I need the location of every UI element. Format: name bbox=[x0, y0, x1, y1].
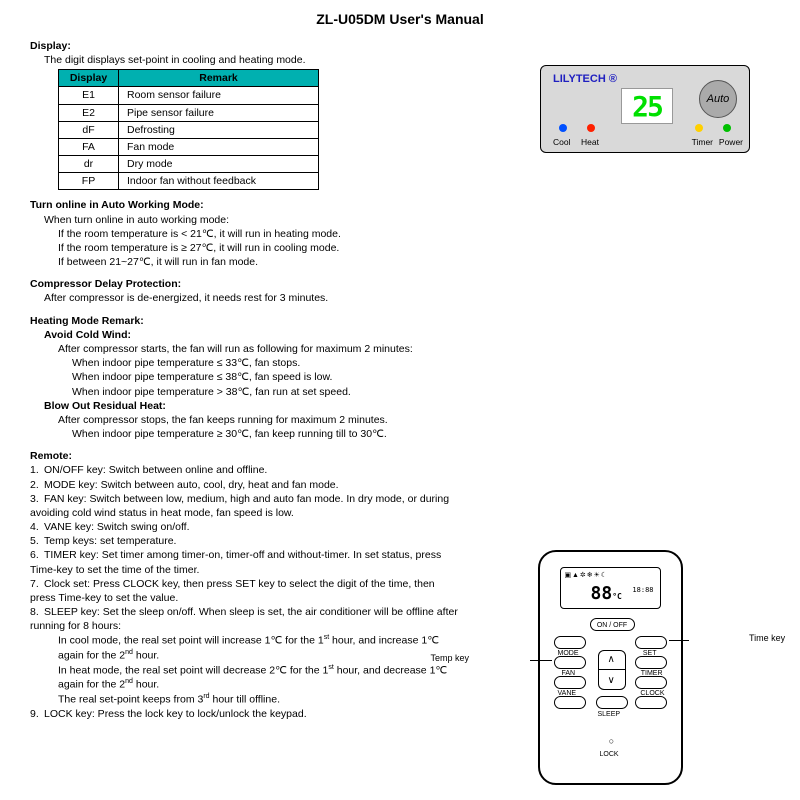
led-heat-icon bbox=[587, 124, 595, 132]
list-item: In cool mode, the real set point will in… bbox=[58, 633, 460, 662]
body-text: After compressor is de-energized, it nee… bbox=[44, 291, 770, 305]
led-timer-icon bbox=[695, 124, 703, 132]
table-row: FPIndoor fan without feedback bbox=[59, 173, 319, 190]
table-row: E1Room sensor failure bbox=[59, 87, 319, 104]
label-timer: Timer bbox=[692, 137, 713, 148]
callout-line bbox=[530, 660, 552, 661]
lock-icon: ○ bbox=[606, 735, 618, 747]
sleep-button bbox=[596, 696, 628, 709]
remote-body: ▣ ▲ ✲ ❄ ☀ ☾ 88°C 18:88 ON / OFF MODE SET… bbox=[538, 550, 683, 785]
time-right-button bbox=[635, 636, 667, 649]
body-text: When turn online in auto working mode: bbox=[44, 213, 770, 227]
table-row: dFDefrosting bbox=[59, 121, 319, 138]
body-text: If between 21~27℃, it will run in fan mo… bbox=[58, 255, 770, 269]
label-heat: Heat bbox=[581, 137, 599, 148]
list-item: 5.Temp keys: set temperature. bbox=[30, 534, 460, 548]
body-text: If the room temperature is ≥ 27℃, it wil… bbox=[58, 241, 770, 255]
th-remark: Remark bbox=[119, 70, 319, 87]
mode-button bbox=[554, 656, 586, 669]
lcd-time: 18:88 bbox=[632, 586, 653, 595]
callout-temp-key: Temp key bbox=[419, 652, 469, 664]
list-item: 7.Clock set: Press CLOCK key, then press… bbox=[30, 577, 460, 605]
blow-out-heading: Blow Out Residual Heat: bbox=[44, 399, 770, 413]
th-display: Display bbox=[59, 70, 119, 87]
list-item: 6.TIMER key: Set timer among timer-on, t… bbox=[30, 548, 460, 576]
avoid-cold-heading: Avoid Cold Wind: bbox=[44, 328, 770, 342]
brand-label: LILYTECH ® bbox=[553, 72, 617, 87]
updown-button bbox=[598, 650, 626, 690]
list-item: In heat mode, the real set point will de… bbox=[58, 663, 460, 692]
led-cool-icon bbox=[559, 124, 567, 132]
remote-heading: Remote: bbox=[30, 449, 770, 463]
table-row: E2Pipe sensor failure bbox=[59, 104, 319, 121]
body-text: After compressor stops, the fan keeps ru… bbox=[58, 413, 770, 427]
auto-button: Auto bbox=[699, 80, 737, 118]
list-item: 1.ON/OFF key: Switch between online and … bbox=[30, 463, 460, 477]
auto-heading: Turn online in Auto Working Mode: bbox=[30, 198, 770, 212]
compressor-heading: Compressor Delay Protection: bbox=[30, 277, 770, 291]
body-text: When indoor pipe temperature ≤ 33℃, fan … bbox=[72, 356, 770, 370]
temp-left-button bbox=[554, 636, 586, 649]
label-cool: Cool bbox=[553, 137, 570, 148]
lcd-temp: 88°C bbox=[591, 582, 622, 606]
vane-button bbox=[554, 696, 586, 709]
callout-line bbox=[669, 640, 689, 641]
body-text: When indoor pipe temperature ≤ 38℃, fan … bbox=[72, 370, 770, 384]
remote-lcd: ▣ ▲ ✲ ❄ ☀ ☾ 88°C 18:88 bbox=[560, 567, 661, 609]
onoff-button: ON / OFF bbox=[590, 618, 635, 631]
body-text: If the room temperature is < 21℃, it wil… bbox=[58, 227, 770, 241]
fan-button bbox=[554, 676, 586, 689]
label-power: Power bbox=[719, 137, 743, 148]
lock-label: LOCK bbox=[600, 750, 619, 759]
remote-diagram: Temp key Time key ▣ ▲ ✲ ❄ ☀ ☾ 88°C 18:88… bbox=[475, 550, 745, 785]
remote-list: 1.ON/OFF key: Switch between online and … bbox=[30, 463, 460, 721]
list-item: 3.FAN key: Switch between low, medium, h… bbox=[30, 492, 460, 520]
page-title: ZL-U05DM User's Manual bbox=[30, 10, 770, 29]
list-item: 2.MODE key: Switch between auto, cool, d… bbox=[30, 478, 460, 492]
body-text: When indoor pipe temperature > 38℃, fan … bbox=[72, 385, 770, 399]
lcd-icons: ▣ ▲ ✲ ❄ ☀ ☾ bbox=[565, 571, 656, 580]
callout-time-key: Time key bbox=[749, 632, 799, 644]
display-panel: LILYTECH ® Auto 25 Cool Heat Timer Power bbox=[540, 65, 750, 153]
list-item: 8.SLEEP key: Set the sleep on/off. When … bbox=[30, 605, 460, 633]
heating-heading: Heating Mode Remark: bbox=[30, 314, 770, 328]
timer-button bbox=[635, 676, 667, 689]
digit-display: 25 bbox=[621, 88, 673, 124]
sleep-label: SLEEP bbox=[598, 710, 621, 719]
list-item: 9.LOCK key: Press the lock key to lock/u… bbox=[30, 707, 460, 721]
list-item: The real set-point keeps from 3rd hour t… bbox=[58, 692, 460, 707]
body-text: After compressor starts, the fan will ru… bbox=[58, 342, 770, 356]
set-button bbox=[635, 656, 667, 669]
table-row: FAFan mode bbox=[59, 138, 319, 155]
led-power-icon bbox=[723, 124, 731, 132]
body-text: When indoor pipe temperature ≥ 30℃, fan … bbox=[72, 427, 770, 441]
display-table: Display Remark E1Room sensor failure E2P… bbox=[58, 69, 319, 190]
clock-button bbox=[635, 696, 667, 709]
display-heading: Display: bbox=[30, 39, 770, 53]
list-item: 4.VANE key: Switch swing on/off. bbox=[30, 520, 460, 534]
table-row: drDry mode bbox=[59, 156, 319, 173]
